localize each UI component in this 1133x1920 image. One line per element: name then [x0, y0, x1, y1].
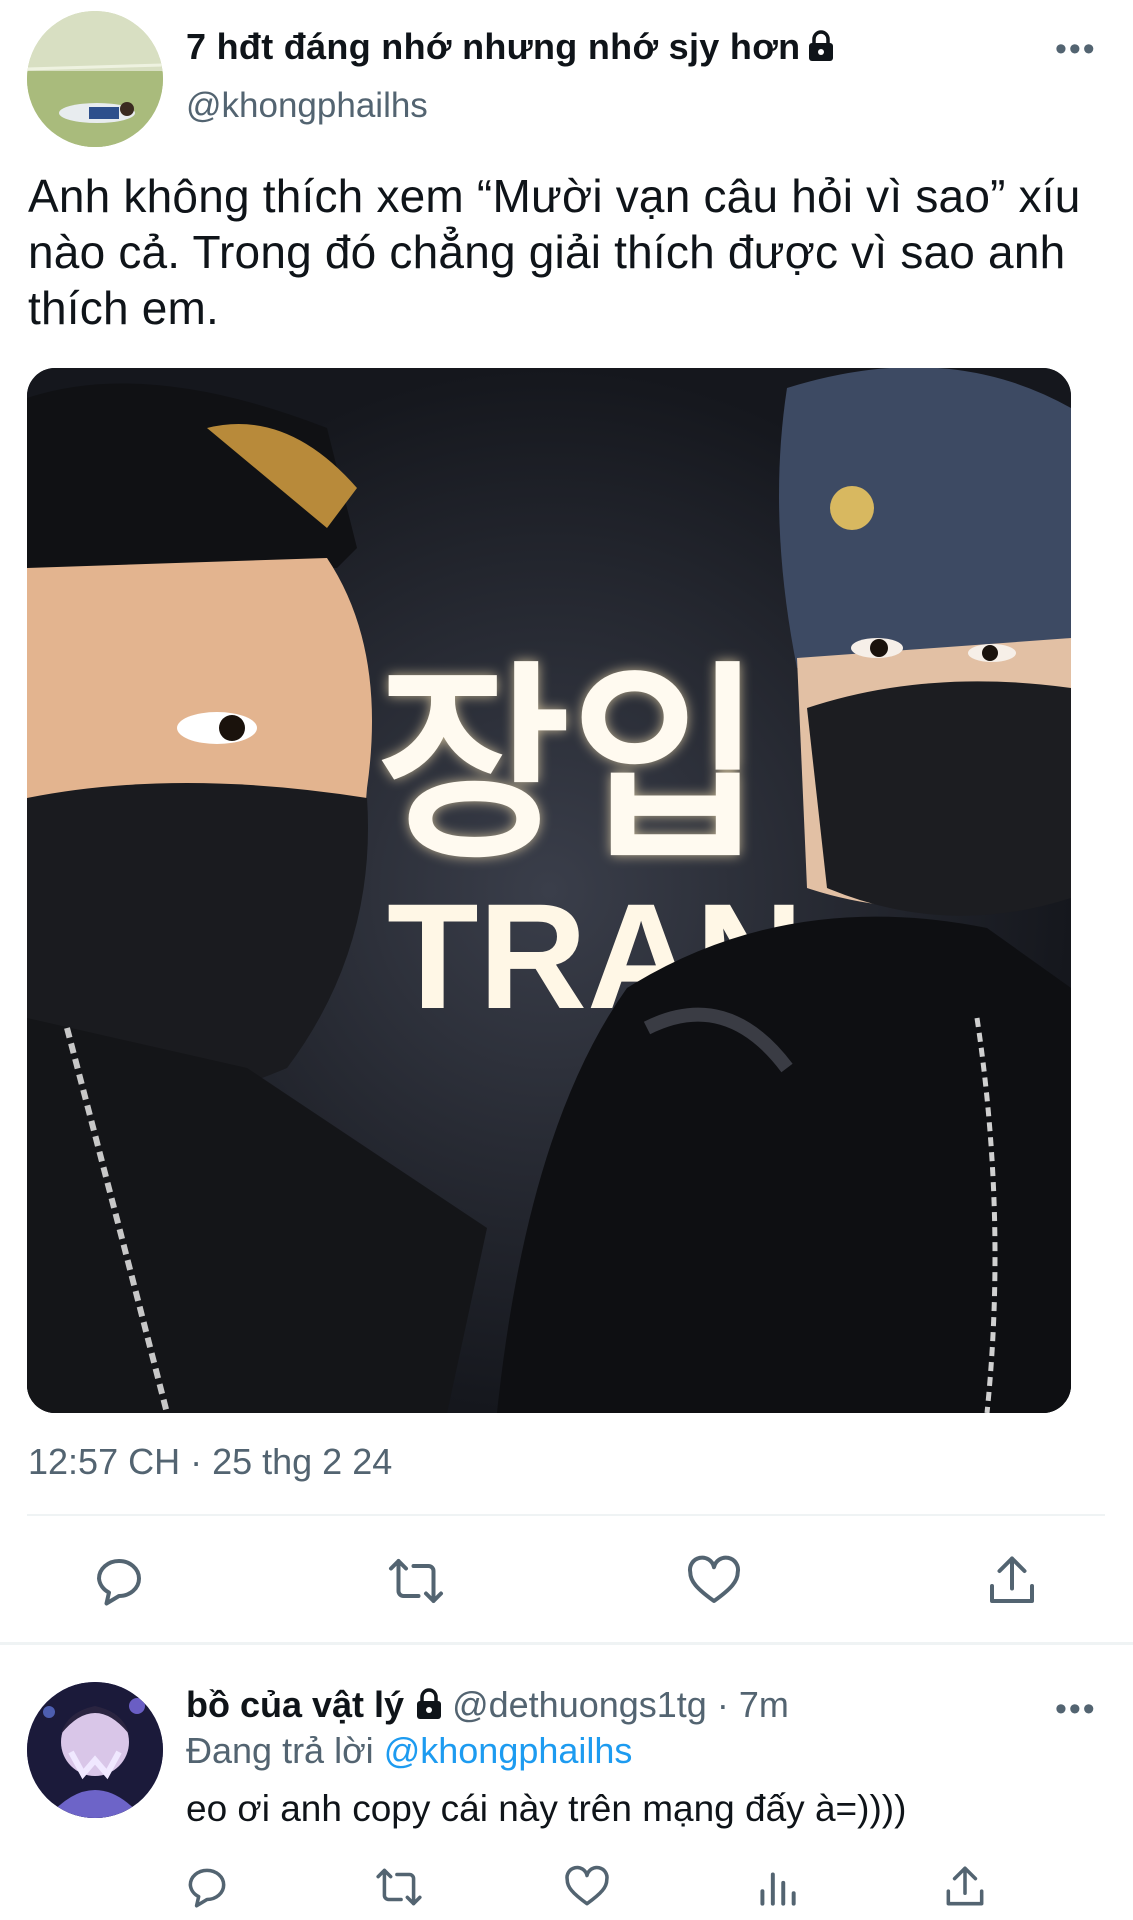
views-icon[interactable] — [752, 1862, 802, 1912]
share-icon[interactable] — [940, 1862, 990, 1912]
replying-to: Đang trả lời @khongphailhs — [186, 1730, 632, 1772]
avatar-photo — [27, 1682, 163, 1818]
reply-text: eo ơi anh copy cái này trên mạng đấy à=)… — [186, 1788, 907, 1829]
tweet-timestamp[interactable]: 12:57 CH · 25 thg 2 24 — [28, 1441, 392, 1483]
section-divider — [0, 1642, 1133, 1645]
reply-author-handle: @dethuongs1tg · 7m — [452, 1684, 789, 1725]
reply-icon[interactable] — [89, 1551, 149, 1611]
author-handle[interactable]: @khongphailhs — [186, 86, 428, 126]
retweet-icon[interactable] — [386, 1551, 446, 1611]
avatar-photo — [27, 11, 163, 147]
retweet-icon[interactable] — [374, 1862, 424, 1912]
like-icon[interactable] — [562, 1862, 612, 1912]
sign-korean: 장입 — [377, 648, 763, 883]
reply-author-name: bồ của vật lý — [186, 1684, 405, 1725]
reply-author-line[interactable]: bồ của vật lý @dethuongs1tg · 7m — [186, 1684, 789, 1729]
like-icon[interactable] — [684, 1551, 744, 1611]
share-icon[interactable] — [982, 1551, 1042, 1611]
lock-icon — [806, 29, 836, 71]
reply-icon[interactable] — [182, 1862, 232, 1912]
replying-prefix: Đang trả lời — [186, 1730, 374, 1771]
reply-author-avatar[interactable] — [27, 1682, 163, 1818]
divider — [27, 1514, 1105, 1516]
tweet-text: Anh không thích xem “Mười vạn câu hỏi vì… — [28, 170, 1081, 334]
replying-mention[interactable]: @khongphailhs — [384, 1730, 633, 1771]
more-icon[interactable]: ••• — [1055, 30, 1097, 69]
lock-icon — [414, 1687, 444, 1729]
author-name-text: 7 hđt đáng nhớ nhưng nhớ sjy hơn — [186, 26, 801, 67]
tweet-photo: 장입 장입 TRAN — [27, 368, 1071, 1413]
tweet-media[interactable]: 장입 장입 TRAN — [27, 368, 1071, 1413]
author-name[interactable]: 7 hđt đáng nhớ nhưng nhớ sjy hơn — [186, 26, 836, 71]
author-avatar[interactable] — [27, 11, 163, 147]
more-icon[interactable]: ••• — [1055, 1690, 1097, 1729]
